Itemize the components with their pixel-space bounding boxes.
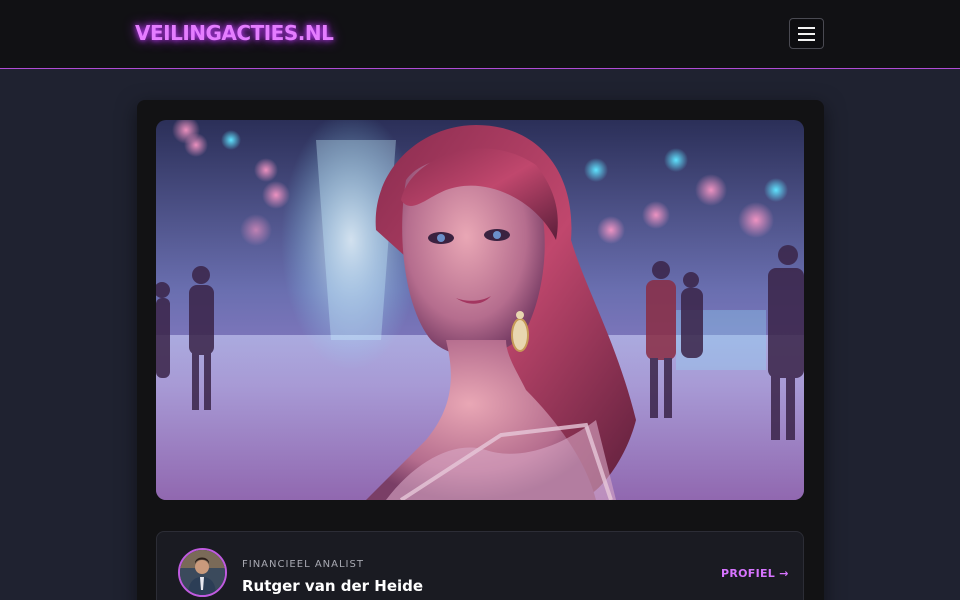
hamburger-menu-icon-bar xyxy=(798,32,815,35)
author-box: FINANCIEEL ANALIST Rutger van der Heide … xyxy=(156,531,804,600)
author-name: Rutger van der Heide xyxy=(242,577,424,595)
author-avatar[interactable] xyxy=(178,548,227,597)
hamburger-menu-button[interactable] xyxy=(789,18,824,49)
hero-image xyxy=(156,120,804,500)
hamburger-menu-icon-bar xyxy=(798,38,815,41)
hero-image-illustration xyxy=(156,120,804,500)
article-card: FINANCIEEL ANALIST Rutger van der Heide … xyxy=(137,100,824,600)
profile-link[interactable]: PROFIEL → xyxy=(721,567,789,580)
author-avatar-icon xyxy=(180,550,225,595)
site-logo[interactable]: VEILINGACTIES.NL xyxy=(135,21,334,45)
hamburger-menu-icon-bar xyxy=(798,26,815,29)
top-navigation-bar: VEILINGACTIES.NL xyxy=(0,0,960,69)
author-role: FINANCIEEL ANALIST xyxy=(242,559,364,570)
